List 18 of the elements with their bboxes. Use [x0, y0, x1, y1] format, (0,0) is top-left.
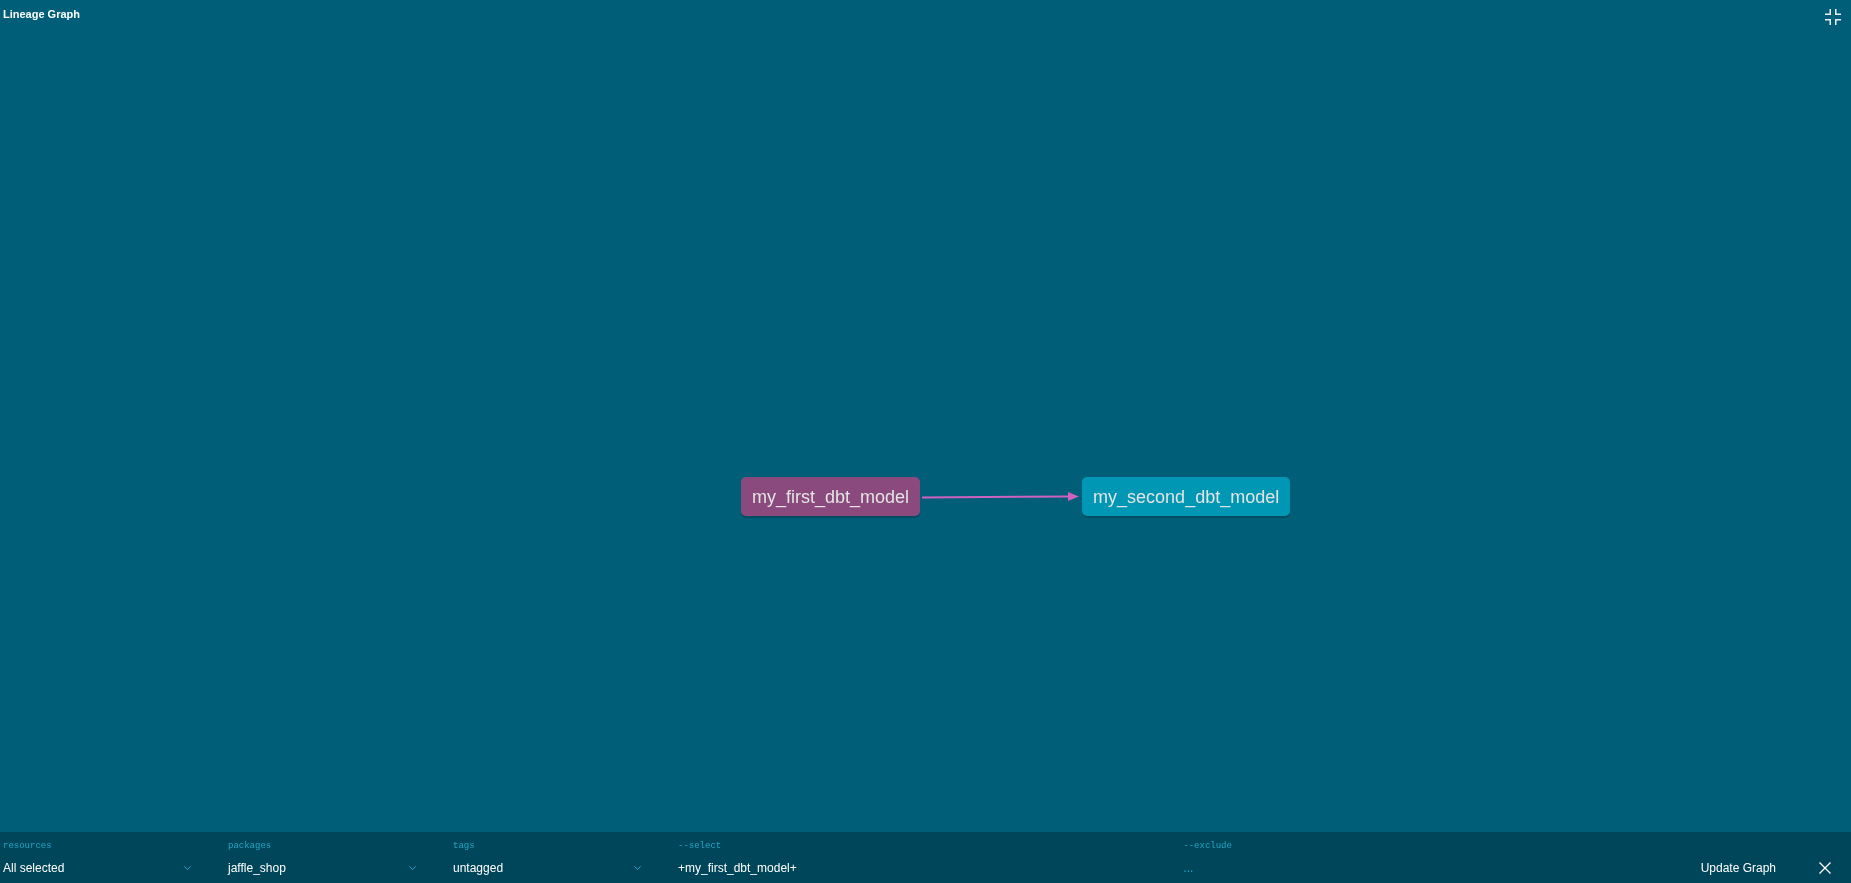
filter-input-field[interactable]: +my_first_dbt_model+ — [678, 860, 1166, 876]
chevron-down-icon — [634, 866, 641, 870]
filter-input-field[interactable]: ... — [1183, 860, 1671, 876]
filter-label: --exclude — [1183, 841, 1232, 852]
close-icon[interactable] — [1819, 862, 1831, 874]
filter-dropdown[interactable]: jaffle_shop — [228, 860, 416, 876]
filter-dropdown[interactable]: untagged — [453, 860, 641, 876]
window-title: Lineage Graph — [3, 8, 81, 21]
filter-label: --select — [678, 841, 722, 852]
filter-label: tags — [453, 841, 475, 852]
update-graph-button[interactable]: Update Graph — [1688, 860, 1788, 876]
filter-label: packages — [228, 841, 272, 852]
exit-fullscreen-icon[interactable] — [1825, 9, 1841, 25]
chevron-down-icon — [409, 866, 416, 870]
filter-dropdown[interactable]: All selected — [3, 860, 191, 876]
filter-label: resources — [3, 841, 52, 852]
chevron-down-icon — [184, 866, 191, 870]
model-node[interactable]: my_first_dbt_model — [741, 477, 921, 516]
